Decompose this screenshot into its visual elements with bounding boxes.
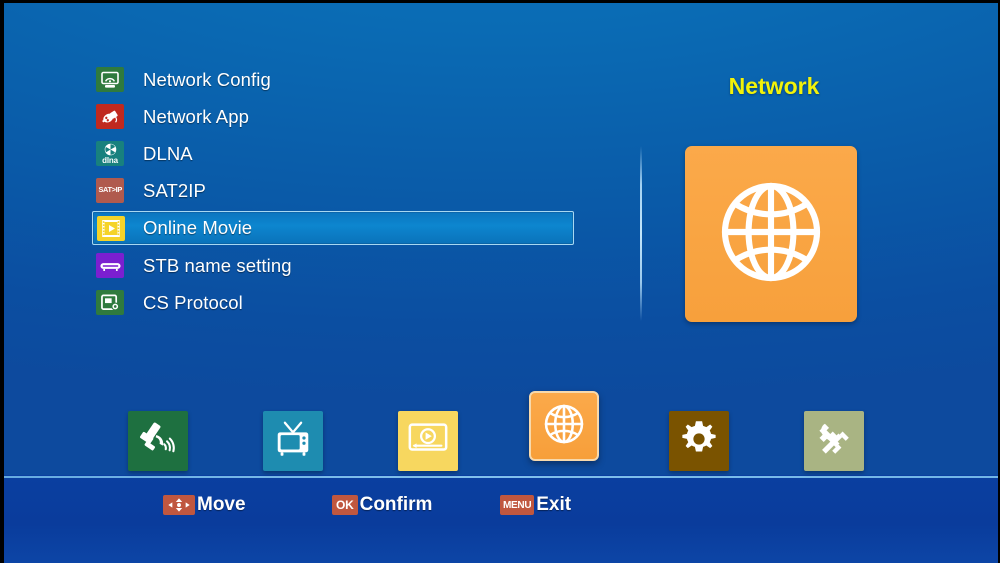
menu-item-label: Online Movie — [143, 217, 253, 238]
menu-item-label: STB name setting — [143, 254, 292, 276]
hint-confirm: OK Confirm — [332, 492, 432, 518]
horizontal-divider — [4, 476, 998, 478]
online-movie-icon — [97, 215, 125, 241]
sat-ip-icon-text: SAT>IP — [98, 187, 122, 194]
media-player-icon — [406, 419, 450, 464]
menu-item-label: Network Config — [143, 68, 271, 90]
category-bar — [4, 391, 998, 473]
dlna-icon: dlna — [96, 141, 124, 166]
menu-item-network-app[interactable]: Network App — [92, 100, 574, 133]
menu-item-dlna[interactable]: dlna DLNA — [92, 137, 574, 170]
globe-icon — [712, 173, 830, 296]
sat-ip-icon: SAT>IP — [96, 178, 124, 203]
hint-exit: MENU Exit — [500, 492, 571, 518]
ok-key-badge: OK — [332, 495, 358, 515]
preview-tile-network — [685, 146, 857, 322]
page-title: Network — [728, 73, 820, 99]
menu-item-cs-protocol[interactable]: CS Protocol — [92, 286, 574, 319]
menu-item-label: DLNA — [143, 142, 193, 164]
gear-icon — [679, 419, 719, 464]
network-config-icon — [96, 67, 124, 92]
menu-key-badge: MENU — [500, 495, 535, 515]
network-app-icon — [96, 104, 124, 129]
hint-label: Confirm — [359, 494, 433, 515]
category-tv[interactable] — [263, 411, 323, 471]
stb-name-icon — [96, 253, 124, 278]
network-menu-list: Network Config Network App dlna DLNA SAT… — [92, 63, 574, 323]
tv-settings-screen: Network Config Network App dlna DLNA SAT… — [0, 0, 1000, 563]
satellite-icon — [137, 418, 179, 465]
cs-protocol-icon — [96, 290, 124, 315]
globe-icon — [541, 401, 587, 452]
hint-move: Move — [163, 492, 246, 518]
menu-item-sat2ip[interactable]: SAT>IP SAT2IP — [92, 174, 574, 207]
dpad-icon — [163, 495, 195, 515]
hint-label: Exit — [536, 494, 572, 515]
menu-item-online-movie[interactable]: Online Movie — [92, 211, 574, 245]
menu-item-label: Network App — [143, 105, 249, 127]
category-satellite[interactable] — [128, 411, 188, 471]
tools-icon — [813, 418, 855, 465]
menu-item-stb-name-setting[interactable]: STB name setting — [92, 249, 574, 282]
menu-item-label: SAT2IP — [143, 179, 206, 201]
category-media[interactable] — [398, 411, 458, 471]
menu-item-label: CS Protocol — [143, 291, 243, 313]
vertical-divider — [640, 146, 642, 321]
category-network[interactable] — [529, 391, 599, 461]
tv-icon — [272, 418, 314, 465]
menu-item-network-config[interactable]: Network Config — [92, 63, 574, 96]
hint-label: Move — [197, 494, 246, 515]
category-tools[interactable] — [804, 411, 864, 471]
category-setup[interactable] — [669, 411, 729, 471]
hint-bar: Move OK Confirm MENU Exit — [4, 492, 998, 522]
dlna-icon-text: dlna — [102, 155, 118, 165]
